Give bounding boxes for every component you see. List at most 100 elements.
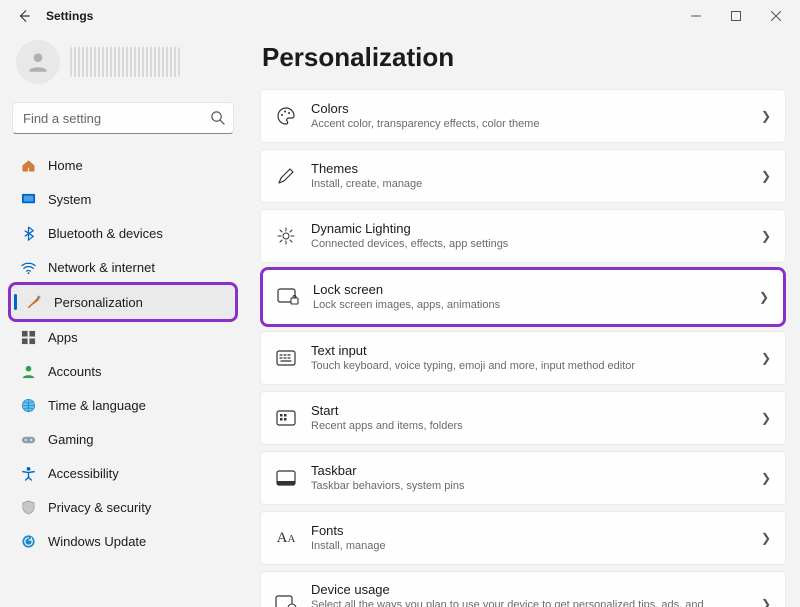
sidebar-item-system[interactable]: System	[12, 182, 234, 216]
back-button[interactable]	[10, 2, 38, 30]
card-subtitle: Recent apps and items, folders	[311, 419, 747, 433]
sidebar-item-accounts[interactable]: Accounts	[12, 354, 234, 388]
card-title: Themes	[311, 161, 747, 176]
avatar	[16, 40, 60, 84]
chevron-right-icon: ❯	[761, 169, 771, 183]
sidebar-item-label: Accounts	[48, 364, 101, 379]
sidebar-item-home[interactable]: Home	[12, 148, 234, 182]
keyboard-icon	[275, 350, 297, 366]
lock-screen-icon	[277, 287, 299, 307]
window-controls	[676, 2, 796, 30]
card-title: Taskbar	[311, 463, 747, 478]
card-subtitle: Accent color, transparency effects, colo…	[311, 117, 747, 131]
chevron-right-icon: ❯	[759, 290, 769, 304]
card-subtitle: Touch keyboard, voice typing, emoji and …	[311, 359, 747, 373]
sidebar-item-label: Network & internet	[48, 260, 155, 275]
home-icon	[20, 157, 36, 173]
chevron-right-icon: ❯	[761, 531, 771, 545]
sidebar-item-label: Time & language	[48, 398, 146, 413]
palette-icon	[275, 106, 297, 126]
chevron-right-icon: ❯	[761, 411, 771, 425]
sidebar-item-apps[interactable]: Apps	[12, 320, 234, 354]
update-icon	[20, 533, 36, 549]
fonts-icon: AA	[275, 530, 297, 547]
apps-icon	[20, 329, 36, 345]
card-title: Dynamic Lighting	[311, 221, 747, 236]
chevron-right-icon: ❯	[761, 229, 771, 243]
accessibility-icon	[20, 465, 36, 481]
chevron-right-icon: ❯	[761, 597, 771, 607]
chevron-right-icon: ❯	[761, 471, 771, 485]
chevron-right-icon: ❯	[761, 109, 771, 123]
sidebar-item-gaming[interactable]: Gaming	[12, 422, 234, 456]
globe-icon	[20, 397, 36, 413]
card-title: Device usage	[311, 582, 747, 597]
card-title: Fonts	[311, 523, 747, 538]
card-subtitle: Select all the ways you plan to use your…	[311, 598, 747, 607]
card-title: Text input	[311, 343, 747, 358]
device-check-icon	[275, 595, 297, 607]
card-subtitle: Connected devices, effects, app settings	[311, 237, 747, 251]
shield-icon	[20, 499, 36, 515]
wifi-icon	[20, 259, 36, 275]
sidebar-item-bluetooth[interactable]: Bluetooth & devices	[12, 216, 234, 250]
minimize-button[interactable]	[676, 2, 716, 30]
search-input[interactable]	[13, 111, 233, 126]
pen-icon	[275, 166, 297, 186]
sidebar-item-label: Apps	[48, 330, 78, 345]
page-title: Personalization	[262, 42, 786, 73]
account-icon	[20, 363, 36, 379]
main-content: Personalization ColorsAccent color, tran…	[244, 32, 800, 607]
sidebar-item-label: System	[48, 192, 91, 207]
card-themes[interactable]: ThemesInstall, create, manage ❯	[260, 149, 786, 203]
card-lock-screen[interactable]: Lock screenLock screen images, apps, ani…	[263, 270, 783, 324]
arrow-left-icon	[17, 9, 31, 23]
start-icon	[275, 410, 297, 426]
chevron-right-icon: ❯	[761, 351, 771, 365]
card-subtitle: Taskbar behaviors, system pins	[311, 479, 747, 493]
person-icon	[25, 49, 51, 75]
annotation-highlight-sidebar: Personalization	[8, 282, 238, 322]
search-icon	[210, 110, 225, 128]
sidebar-item-label: Personalization	[54, 295, 143, 310]
taskbar-icon	[275, 470, 297, 486]
gamepad-icon	[20, 431, 36, 447]
nav: Home System Bluetooth & devices Network …	[12, 148, 234, 558]
sidebar-item-label: Privacy & security	[48, 500, 151, 515]
sidebar-item-label: Bluetooth & devices	[48, 226, 163, 241]
sidebar-item-update[interactable]: Windows Update	[12, 524, 234, 558]
sidebar-item-label: Windows Update	[48, 534, 146, 549]
card-taskbar[interactable]: TaskbarTaskbar behaviors, system pins ❯	[260, 451, 786, 505]
sidebar-item-privacy[interactable]: Privacy & security	[12, 490, 234, 524]
brush-icon	[26, 294, 42, 310]
card-fonts[interactable]: AA FontsInstall, manage ❯	[260, 511, 786, 565]
sidebar-item-label: Home	[48, 158, 83, 173]
app-title: Settings	[46, 9, 93, 23]
search-box[interactable]	[12, 102, 234, 134]
sidebar-item-network[interactable]: Network & internet	[12, 250, 234, 284]
card-text-input[interactable]: Text inputTouch keyboard, voice typing, …	[260, 331, 786, 385]
close-icon	[771, 11, 781, 21]
card-subtitle: Install, manage	[311, 539, 747, 553]
maximize-icon	[731, 11, 741, 21]
sidebar-item-time[interactable]: Time & language	[12, 388, 234, 422]
card-dynamic-lighting[interactable]: Dynamic LightingConnected devices, effec…	[260, 209, 786, 263]
card-device-usage[interactable]: Device usageSelect all the ways you plan…	[260, 571, 786, 607]
sidebar-item-label: Gaming	[48, 432, 94, 447]
maximize-button[interactable]	[716, 2, 756, 30]
card-subtitle: Lock screen images, apps, animations	[313, 298, 745, 312]
card-title: Start	[311, 403, 747, 418]
settings-cards: ColorsAccent color, transparency effects…	[260, 89, 786, 607]
sidebar-item-personalization[interactable]: Personalization	[12, 285, 234, 319]
sidebar: Home System Bluetooth & devices Network …	[0, 32, 244, 607]
user-block[interactable]	[12, 32, 234, 98]
card-title: Lock screen	[313, 282, 745, 297]
card-title: Colors	[311, 101, 747, 116]
card-start[interactable]: StartRecent apps and items, folders ❯	[260, 391, 786, 445]
sidebar-item-label: Accessibility	[48, 466, 119, 481]
sidebar-item-accessibility[interactable]: Accessibility	[12, 456, 234, 490]
system-icon	[20, 191, 36, 207]
close-button[interactable]	[756, 2, 796, 30]
card-colors[interactable]: ColorsAccent color, transparency effects…	[260, 89, 786, 143]
minimize-icon	[691, 11, 701, 21]
